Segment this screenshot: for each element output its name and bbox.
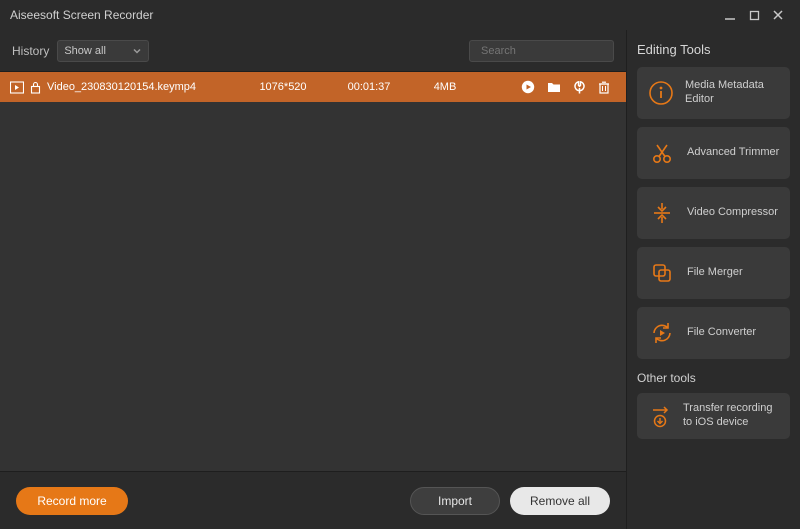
convert-icon bbox=[647, 318, 677, 348]
editing-tools-title: Editing Tools bbox=[637, 42, 790, 57]
record-more-button[interactable]: Record more bbox=[16, 487, 128, 515]
title-bar: Aiseesoft Screen Recorder bbox=[0, 0, 800, 30]
import-button[interactable]: Import bbox=[410, 487, 500, 515]
tool-label: Transfer recording to iOS device bbox=[683, 402, 780, 430]
chevron-down-icon bbox=[132, 46, 142, 56]
close-button[interactable] bbox=[766, 3, 790, 27]
scissors-icon bbox=[647, 138, 677, 168]
tool-video-compressor[interactable]: Video Compressor bbox=[637, 187, 790, 239]
app-title: Aiseesoft Screen Recorder bbox=[10, 8, 153, 22]
history-toolbar: History Show all bbox=[0, 30, 626, 72]
recording-row[interactable]: Video_230830120154.keymp4 1076*520 00:01… bbox=[0, 72, 626, 102]
merge-icon bbox=[647, 258, 677, 288]
maximize-button[interactable] bbox=[742, 3, 766, 27]
history-filter-dropdown[interactable]: Show all bbox=[57, 40, 149, 62]
tool-label: File Merger bbox=[687, 266, 743, 280]
lock-icon bbox=[30, 81, 41, 94]
recording-list: Video_230830120154.keymp4 1076*520 00:01… bbox=[0, 72, 626, 471]
history-label: History bbox=[12, 44, 49, 58]
transfer-icon bbox=[647, 401, 673, 431]
tool-label: Video Compressor bbox=[687, 206, 778, 220]
file-size: 4MB bbox=[415, 81, 475, 93]
video-icon bbox=[10, 81, 24, 94]
other-tools-title: Other tools bbox=[637, 371, 790, 385]
tool-file-converter[interactable]: File Converter bbox=[637, 307, 790, 359]
folder-button[interactable] bbox=[547, 81, 561, 93]
info-icon bbox=[647, 78, 675, 108]
main-panel: History Show all Video_230830120154.keym… bbox=[0, 30, 627, 529]
search-box[interactable] bbox=[469, 40, 614, 62]
tools-panel: Editing Tools Media Metadata Editor Adva… bbox=[627, 30, 800, 529]
tool-label: File Converter bbox=[687, 326, 756, 340]
minimize-button[interactable] bbox=[718, 3, 742, 27]
file-duration: 00:01:37 bbox=[329, 81, 409, 93]
file-name: Video_230830120154.keymp4 bbox=[47, 81, 237, 93]
tool-label: Media Metadata Editor bbox=[685, 79, 780, 107]
tool-media-metadata[interactable]: Media Metadata Editor bbox=[637, 67, 790, 119]
bottom-bar: Record more Import Remove all bbox=[0, 471, 626, 529]
dropdown-value: Show all bbox=[64, 45, 106, 57]
trash-button[interactable] bbox=[598, 81, 610, 94]
tool-advanced-trimmer[interactable]: Advanced Trimmer bbox=[637, 127, 790, 179]
row-actions bbox=[481, 80, 616, 94]
tool-label: Advanced Trimmer bbox=[687, 146, 779, 160]
tool-transfer-ios[interactable]: Transfer recording to iOS device bbox=[637, 393, 790, 439]
search-input[interactable] bbox=[481, 45, 623, 57]
play-button[interactable] bbox=[521, 80, 535, 94]
compress-icon bbox=[647, 198, 677, 228]
wrench-button[interactable] bbox=[573, 81, 586, 94]
remove-all-button[interactable]: Remove all bbox=[510, 487, 610, 515]
tool-file-merger[interactable]: File Merger bbox=[637, 247, 790, 299]
file-resolution: 1076*520 bbox=[243, 81, 323, 93]
